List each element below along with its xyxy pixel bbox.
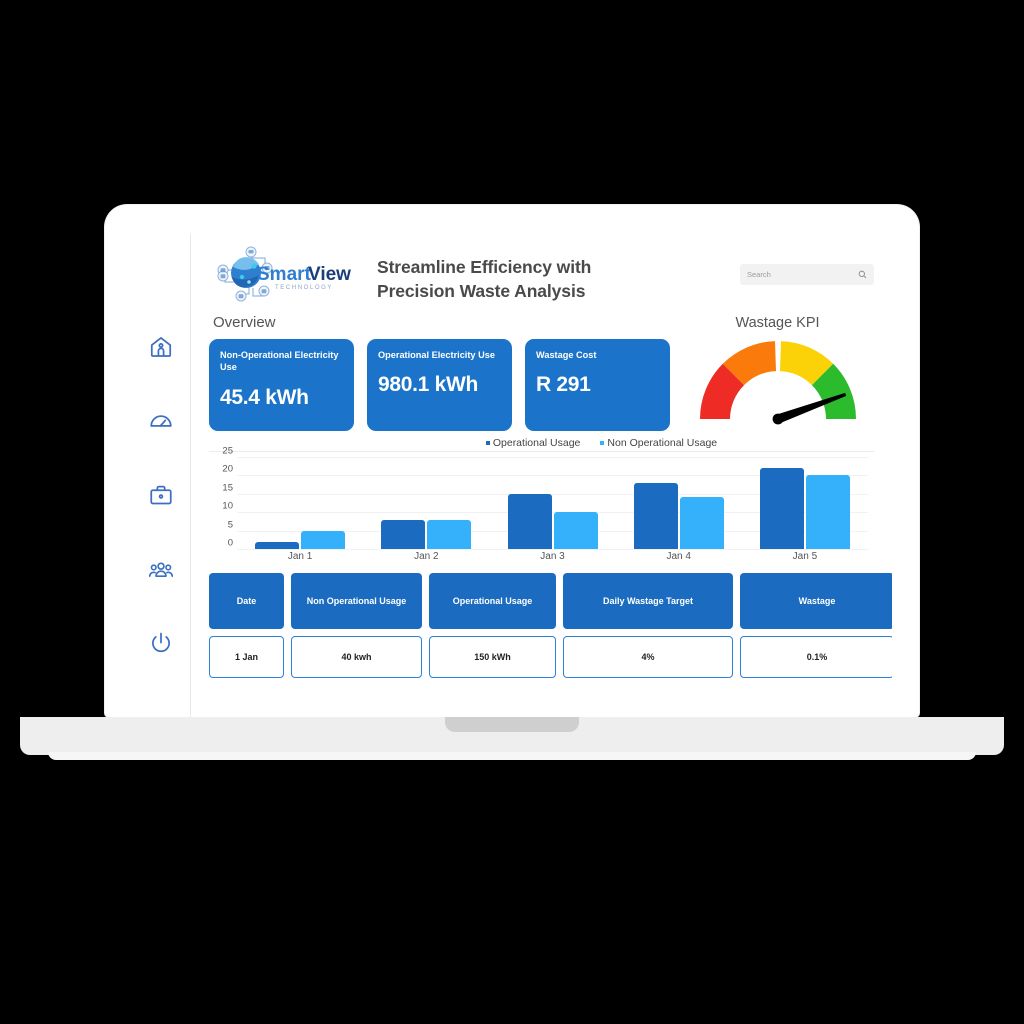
legend-label: Operational Usage — [492, 437, 581, 449]
search-box[interactable] — [740, 264, 874, 285]
laptop-base-lip — [48, 752, 976, 760]
users-icon — [148, 556, 174, 582]
laptop-screen: Smart View TECHNOLOGY Streamline Efficie… — [132, 234, 892, 717]
chart-x-axis: Jan 1 Jan 2 Jan 3 Jan 4 Jan 5 — [237, 551, 868, 562]
sidebar-item-home[interactable] — [144, 330, 178, 364]
sidebar-item-users[interactable] — [144, 552, 178, 586]
gauge-title: Wastage KPI — [735, 315, 820, 331]
y-axis-tick: 10 — [222, 500, 233, 512]
search-input[interactable] — [747, 270, 858, 279]
x-axis-label: Jan 3 — [540, 551, 565, 562]
bar-group — [616, 457, 742, 549]
power-icon — [148, 630, 174, 656]
page-title: Streamline Efficiency with Precision Was… — [377, 242, 740, 304]
x-axis-label: Jan 4 — [666, 551, 691, 562]
bar[interactable] — [633, 482, 678, 549]
gauge-chart — [699, 341, 856, 425]
table-cell: 1 Jan — [209, 636, 284, 678]
legend-item-non-operational[interactable]: Non Operational Usage — [600, 437, 717, 449]
gauge-icon — [148, 408, 174, 434]
kpi-card-non-operational[interactable]: Non-Operational Electricity Use 45.4 kWh — [209, 339, 354, 431]
y-axis-tick: 20 — [222, 463, 233, 475]
legend-label: Non Operational Usage — [607, 437, 718, 449]
y-axis-tick: 25 — [222, 445, 233, 457]
kpi-card-value: 45.4 kWh — [220, 385, 309, 409]
x-axis-label: Jan 1 — [287, 551, 313, 562]
legend-item-operational[interactable]: Operational Usage — [485, 437, 581, 449]
main-content: Smart View TECHNOLOGY Streamline Efficie… — [191, 234, 892, 717]
table-header-cell[interactable]: Date — [209, 573, 284, 629]
sidebar-item-briefcase[interactable] — [144, 478, 178, 512]
bar[interactable] — [381, 519, 426, 549]
kpi-card-operational[interactable]: Operational Electricity Use 980.1 kWh — [367, 339, 512, 431]
laptop-trackpad-notch — [445, 717, 579, 732]
home-icon — [148, 334, 174, 360]
svg-text:TECHNOLOGY: TECHNOLOGY — [275, 285, 333, 291]
brand-logo[interactable]: Smart View TECHNOLOGY — [209, 242, 361, 308]
kpi-cards: Non-Operational Electricity Use 45.4 kWh… — [209, 337, 670, 431]
chart-top-divider — [209, 451, 874, 452]
kpi-card-wastage-cost[interactable]: Wastage Cost R 291 — [525, 339, 670, 431]
table-header-cell[interactable]: Non Operational Usage — [291, 573, 422, 629]
kpi-card-label: Non-Operational Electricity Use — [220, 350, 339, 373]
bar-group — [742, 457, 868, 549]
kpi-card-label: Wastage Cost — [536, 350, 597, 360]
kpi-card-value: 980.1 kWh — [378, 373, 479, 397]
table-header-row: Date Non Operational Usage Operational Usa… — [209, 573, 892, 629]
page-title-line2: Precision Waste Analysis — [377, 280, 586, 301]
wastage-kpi-gauge: Wastage KPI — [690, 315, 865, 431]
bar[interactable] — [679, 497, 724, 549]
screenshot-stage: Smart View TECHNOLOGY Streamline Efficie… — [0, 0, 1024, 1024]
svg-text:View: View — [308, 264, 351, 285]
bar[interactable] — [255, 541, 300, 549]
chart-legend: Operational Usage Non Operational Usage — [329, 437, 874, 449]
table-cell: 4% — [563, 636, 733, 678]
x-axis-label: Jan 2 — [414, 551, 439, 562]
chart-y-axis: 25 20 15 10 5 0 — [209, 446, 237, 549]
table-header-cell[interactable]: Wastage — [740, 573, 892, 629]
bar-group — [237, 457, 363, 549]
y-axis-tick: 5 — [227, 519, 233, 531]
table-cell: 0.1% — [740, 636, 892, 678]
bar[interactable] — [507, 493, 552, 549]
table-header-cell[interactable]: Daily Wastage Target — [563, 573, 733, 629]
x-axis-label: Jan 5 — [792, 551, 818, 562]
smartview-logo-icon: Smart View TECHNOLOGY — [217, 246, 351, 302]
kpi-card-label: Operational Electricity Use — [378, 350, 495, 360]
table-body: 1 Jan 40 kwh 150 kWh 4% 0.1% — [209, 629, 892, 678]
usage-table: Date Non Operational Usage Operational Usa… — [209, 573, 892, 678]
svg-text:Smart: Smart — [257, 264, 312, 285]
y-axis-tick: 0 — [227, 537, 233, 549]
legend-swatch-icon — [485, 441, 490, 445]
chart-bars — [237, 457, 868, 549]
page-title-line1: Streamline Efficiency with — [377, 257, 592, 277]
table-cell: 150 kWh — [429, 636, 556, 678]
gridline — [237, 549, 868, 550]
table-row: 1 Jan 40 kwh 150 kWh 4% 0.1% — [209, 629, 892, 678]
kpi-card-value: R 291 — [536, 373, 591, 397]
bar[interactable] — [301, 530, 346, 549]
search-icon[interactable] — [858, 266, 867, 284]
bar[interactable] — [805, 475, 850, 549]
kpi-row: Non-Operational Electricity Use 45.4 kWh… — [209, 315, 874, 431]
chart-plot-area — [237, 457, 868, 550]
sidebar-item-dashboard[interactable] — [144, 404, 178, 438]
briefcase-icon — [148, 482, 174, 508]
usage-bar-chart: 25 20 15 10 5 0 Jan 1 Jan 2 Jan 3 Jan 4 Jan 5 — [209, 446, 874, 569]
sidebar — [132, 234, 191, 717]
page-header: Smart View TECHNOLOGY Streamline Efficie… — [209, 234, 874, 312]
bar-group — [489, 457, 615, 549]
bar[interactable] — [759, 468, 804, 549]
table-cell: 40 kwh — [291, 636, 422, 678]
legend-swatch-icon — [600, 441, 605, 445]
bar[interactable] — [427, 519, 472, 549]
table-header-cell[interactable]: Operational Usage — [429, 573, 556, 629]
sidebar-item-power[interactable] — [144, 626, 178, 660]
bar-group — [363, 457, 489, 549]
y-axis-tick: 15 — [222, 482, 233, 494]
bar[interactable] — [553, 512, 598, 549]
